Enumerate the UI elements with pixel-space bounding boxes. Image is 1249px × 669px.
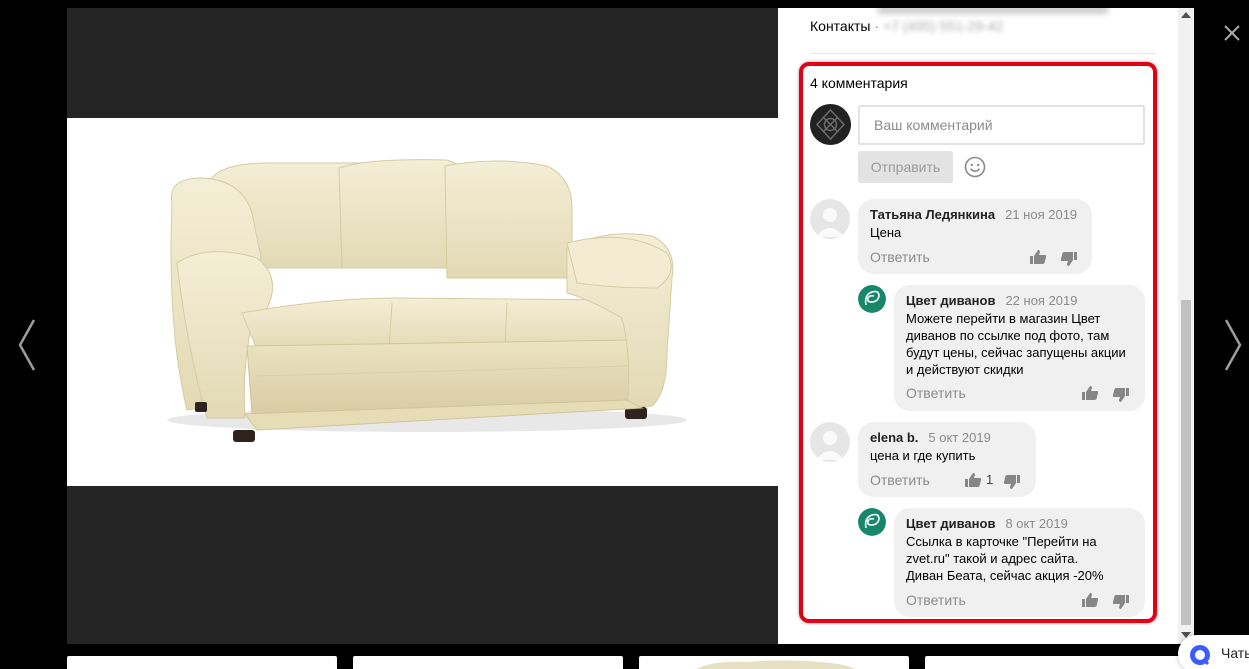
truncated-text — [878, 8, 1108, 14]
scroll-up-arrow[interactable] — [1181, 12, 1191, 18]
comment-date[interactable]: 5 окт 2019 — [928, 430, 990, 445]
scroll-thumb[interactable] — [1181, 300, 1191, 625]
comment-text-line: zvet.ru" такой и адрес сайта. — [906, 551, 1079, 566]
comment-date[interactable]: 8 окт 2019 — [1005, 516, 1067, 531]
comment-item: Цвет диванов 8 окт 2019 Ссылка в карточке… — [894, 508, 1145, 617]
comment-text-line: и действуют скидки — [906, 362, 1024, 377]
comment-text: Можете перейти в магазин Цвет диванов по… — [906, 310, 1126, 378]
comment-text-line: диванов по ссылке под фото, там — [906, 328, 1110, 343]
thumb-down-icon[interactable] — [1112, 387, 1130, 403]
contacts-line: Контакты · +7 (495) 551-29-42 — [810, 18, 1003, 34]
comment-date[interactable]: 22 ноя 2019 — [1005, 293, 1077, 308]
comment-author[interactable]: Цвет диванов — [906, 516, 995, 531]
comment-text-line: Можете перейти в магазин Цвет — [906, 311, 1101, 326]
comment-text-line: будут цены, сейчас запущены акции — [906, 345, 1126, 360]
comments-count: 4 комментария — [810, 75, 908, 91]
photo-viewer — [67, 8, 778, 644]
comment-text-line: Диван Беата, сейчас акция -20% — [906, 568, 1104, 583]
chat-label[interactable]: Чать — [1221, 645, 1249, 661]
thumb-down-icon[interactable] — [1112, 594, 1130, 610]
comment-date[interactable]: 21 ноя 2019 — [1005, 207, 1077, 222]
comment-author[interactable]: Цвет диванов — [906, 293, 995, 308]
divider — [810, 53, 1156, 54]
thumbnail[interactable] — [353, 656, 623, 669]
brand-avatar[interactable] — [858, 285, 886, 313]
chat-widget[interactable]: Чать — [1178, 635, 1249, 669]
thumb-up-icon[interactable] — [1081, 385, 1099, 401]
thumb-down-icon[interactable] — [1060, 251, 1078, 267]
send-button[interactable]: Отправить — [858, 151, 953, 183]
close-icon[interactable] — [1219, 20, 1245, 46]
contacts-phone[interactable]: +7 (495) 551-29-42 — [883, 18, 1003, 34]
thumbnail[interactable] — [67, 656, 337, 669]
thumb-up-icon[interactable] — [1029, 249, 1047, 265]
comment-author[interactable]: Татьяна Ледянкина — [870, 207, 995, 222]
brand-avatar[interactable] — [858, 508, 886, 536]
product-photo[interactable] — [67, 118, 778, 486]
thumb-up-icon[interactable] — [1081, 592, 1099, 608]
reply-button[interactable]: Ответить — [870, 249, 930, 265]
chevron-right-icon[interactable] — [1222, 318, 1246, 372]
comment-input[interactable] — [858, 105, 1145, 145]
thumbnail[interactable] — [639, 656, 909, 669]
like-count: 1 — [986, 472, 994, 487]
current-user-avatar — [810, 104, 851, 145]
comment-text: Цена — [870, 225, 902, 240]
comment-text-line: Ссылка в карточке "Перейти на — [906, 534, 1097, 549]
thumb-down-icon[interactable] — [1003, 474, 1021, 490]
comment-item: Татьяна Ледянкина 21 ноя 2019 Цена Ответи… — [858, 199, 1092, 274]
user-avatar[interactable] — [810, 199, 850, 239]
chevron-left-icon[interactable] — [14, 318, 38, 372]
thumbnail[interactable] — [925, 656, 1195, 669]
comment-author[interactable]: elena b. — [870, 430, 918, 445]
comment-text: Ссылка в карточке "Перейти на zvet.ru" т… — [906, 533, 1104, 584]
thumb-up-icon[interactable] — [964, 472, 982, 488]
reply-button[interactable]: Ответить — [870, 472, 930, 488]
comments-panel: Контакты · +7 (495) 551-29-42 4 комментари… — [778, 8, 1194, 644]
sofa-image — [167, 159, 687, 442]
chat-icon[interactable] — [1189, 644, 1211, 666]
reply-button[interactable]: Ответить — [906, 592, 966, 608]
panel-scrollbar[interactable] — [1178, 8, 1194, 644]
contacts-separator: · — [874, 18, 880, 34]
user-avatar[interactable] — [810, 422, 850, 462]
comment-item: elena b. 5 окт 2019 цена и где купить Отв… — [858, 422, 1036, 497]
reply-button[interactable]: Ответить — [906, 385, 966, 401]
comment-text: цена и где купить — [870, 448, 976, 463]
comment-item: Цвет диванов 22 ноя 2019 Можете перейти в… — [894, 285, 1145, 411]
contacts-label: Контакты — [810, 18, 871, 34]
emoji-icon[interactable] — [964, 156, 986, 178]
